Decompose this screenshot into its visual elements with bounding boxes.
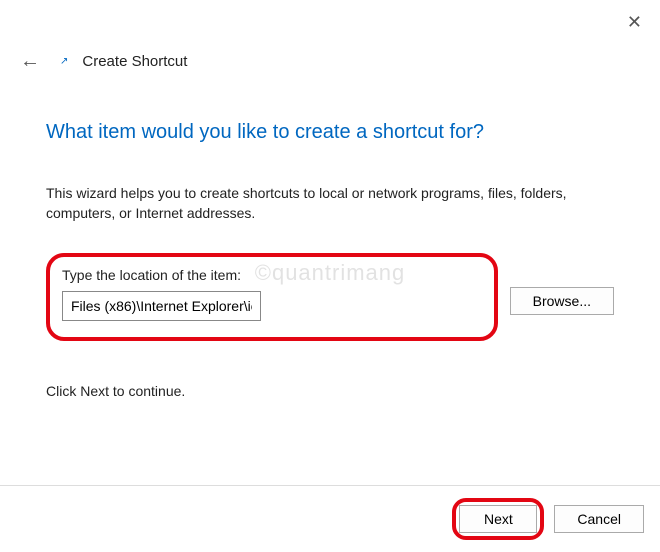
wizard-header: ← ↗ Create Shortcut (0, 0, 660, 75)
location-highlight: Type the location of the item: (46, 253, 498, 341)
next-highlight: Next (452, 498, 544, 540)
wizard-title: Create Shortcut (82, 53, 187, 70)
cancel-button[interactable]: Cancel (554, 505, 644, 533)
browse-button[interactable]: Browse... (510, 287, 614, 315)
shortcut-icon: ↗ (60, 56, 68, 67)
location-input[interactable] (62, 291, 261, 321)
wizard-footer: Next Cancel (0, 485, 660, 552)
close-button[interactable]: ✕ (623, 8, 646, 37)
location-label: Type the location of the item: (62, 267, 482, 283)
back-arrow-icon[interactable]: ← (18, 48, 42, 75)
wizard-content: What item would you like to create a sho… (0, 75, 660, 399)
continue-hint: Click Next to continue. (46, 383, 614, 399)
page-heading: What item would you like to create a sho… (46, 121, 614, 144)
next-button[interactable]: Next (459, 505, 537, 533)
wizard-description: This wizard helps you to create shortcut… (46, 184, 614, 223)
